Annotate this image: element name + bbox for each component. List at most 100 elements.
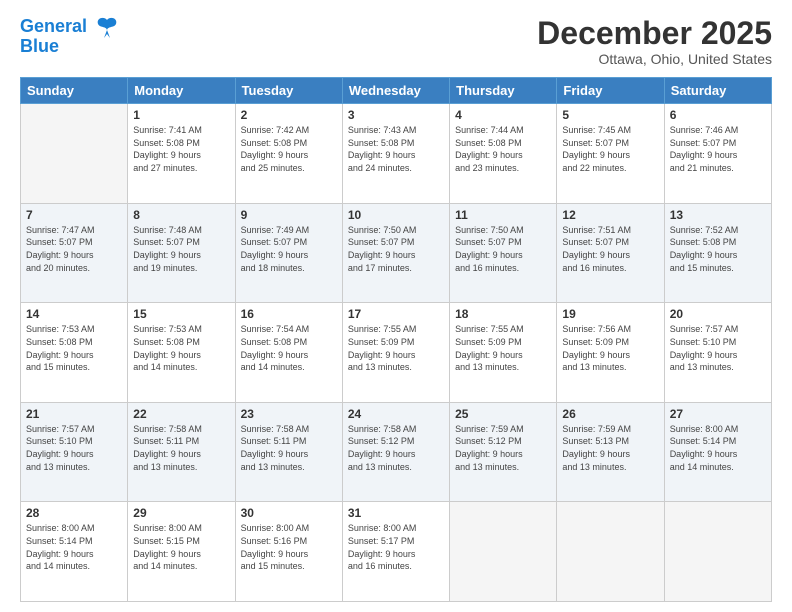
table-row: 9Sunrise: 7:49 AM Sunset: 5:07 PM Daylig… [235,203,342,303]
col-friday: Friday [557,78,664,104]
cell-sun-info: Sunrise: 7:55 AM Sunset: 5:09 PM Dayligh… [348,323,444,373]
header: General Blue December 2025 Ottawa, Ohio,… [20,16,772,67]
table-row: 5 Sunrise: 7:45 AM Sunset: 5:07 PM Daylig… [557,104,664,204]
table-row: 16 Sunrise: 7:54 AM Sunset: 5:08 PM Dayli… [235,303,342,403]
cell-date-number: 30 [241,506,337,520]
table-row [450,502,557,602]
logo: General Blue [20,16,120,57]
cell-sun-info: Sunrise: 7:56 AM Sunset: 5:09 PM Dayligh… [562,323,658,373]
cell-sun-info: Sunrise: 7:44 AM Sunset: 5:08 PM Dayligh… [455,124,551,174]
cell-sun-info: Sunrise: 7:50 AM Sunset: 5:07 PM Dayligh… [348,224,444,274]
table-row: 8Sunrise: 7:48 AM Sunset: 5:07 PM Daylig… [128,203,235,303]
table-row: 17 Sunrise: 7:55 AM Sunset: 5:09 PM Dayli… [342,303,449,403]
cell-date-number: 15 [133,307,229,321]
cell-date-number: 17 [348,307,444,321]
cell-date-number: 7 [26,208,122,222]
cell-sun-info: Sunrise: 7:58 AM Sunset: 5:12 PM Dayligh… [348,423,444,473]
col-saturday: Saturday [664,78,771,104]
table-row: 27 Sunrise: 8:00 AM Sunset: 5:14 PM Dayli… [664,402,771,502]
cell-date-number: 3 [348,108,444,122]
cell-date-number: 1 [133,108,229,122]
table-row [664,502,771,602]
col-monday: Monday [128,78,235,104]
cell-sun-info: Sunrise: 7:46 AM Sunset: 5:07 PM Dayligh… [670,124,766,174]
calendar-week-row: 28 Sunrise: 8:00 AM Sunset: 5:14 PM Dayli… [21,502,772,602]
cell-sun-info: Sunrise: 7:59 AM Sunset: 5:12 PM Dayligh… [455,423,551,473]
cell-date-number: 23 [241,407,337,421]
cell-sun-info: Sunrise: 7:58 AM Sunset: 5:11 PM Dayligh… [241,423,337,473]
table-row: 1 Sunrise: 7:41 AM Sunset: 5:08 PM Daylig… [128,104,235,204]
cell-date-number: 24 [348,407,444,421]
title-block: December 2025 Ottawa, Ohio, United State… [537,16,772,67]
cell-sun-info: Sunrise: 7:51 AM Sunset: 5:07 PM Dayligh… [562,224,658,274]
cell-date-number: 29 [133,506,229,520]
cell-sun-info: Sunrise: 7:41 AM Sunset: 5:08 PM Dayligh… [133,124,229,174]
cell-date-number: 6 [670,108,766,122]
calendar-subtitle: Ottawa, Ohio, United States [537,51,772,67]
calendar-week-row: 14 Sunrise: 7:53 AM Sunset: 5:08 PM Dayli… [21,303,772,403]
cell-date-number: 11 [455,208,551,222]
cell-sun-info: Sunrise: 8:00 AM Sunset: 5:17 PM Dayligh… [348,522,444,572]
table-row: 6 Sunrise: 7:46 AM Sunset: 5:07 PM Daylig… [664,104,771,204]
table-row: 25 Sunrise: 7:59 AM Sunset: 5:12 PM Dayli… [450,402,557,502]
table-row: 10 Sunrise: 7:50 AM Sunset: 5:07 PM Dayli… [342,203,449,303]
table-row: 2Sunrise: 7:42 AM Sunset: 5:08 PM Daylig… [235,104,342,204]
cell-date-number: 19 [562,307,658,321]
cell-date-number: 25 [455,407,551,421]
table-row: 19 Sunrise: 7:56 AM Sunset: 5:09 PM Dayli… [557,303,664,403]
col-thursday: Thursday [450,78,557,104]
cell-sun-info: Sunrise: 7:50 AM Sunset: 5:07 PM Dayligh… [455,224,551,274]
cell-date-number: 10 [348,208,444,222]
cell-date-number: 16 [241,307,337,321]
table-row: 11 Sunrise: 7:50 AM Sunset: 5:07 PM Dayli… [450,203,557,303]
table-row: 12 Sunrise: 7:51 AM Sunset: 5:07 PM Dayli… [557,203,664,303]
cell-date-number: 21 [26,407,122,421]
cell-date-number: 13 [670,208,766,222]
cell-date-number: 5 [562,108,658,122]
cell-date-number: 26 [562,407,658,421]
calendar-week-row: 7 Sunrise: 7:47 AM Sunset: 5:07 PM Daylig… [21,203,772,303]
cell-sun-info: Sunrise: 7:54 AM Sunset: 5:08 PM Dayligh… [241,323,337,373]
cell-sun-info: Sunrise: 7:45 AM Sunset: 5:07 PM Dayligh… [562,124,658,174]
cell-date-number: 4 [455,108,551,122]
cell-date-number: 31 [348,506,444,520]
calendar-table: Sunday Monday Tuesday Wednesday Thursday… [20,77,772,602]
cell-date-number: 12 [562,208,658,222]
col-wednesday: Wednesday [342,78,449,104]
cell-sun-info: Sunrise: 8:00 AM Sunset: 5:14 PM Dayligh… [26,522,122,572]
cell-date-number: 22 [133,407,229,421]
table-row [557,502,664,602]
cell-date-number: 2 [241,108,337,122]
cell-date-number: 28 [26,506,122,520]
table-row: 20 Sunrise: 7:57 AM Sunset: 5:10 PM Dayli… [664,303,771,403]
table-row: 14 Sunrise: 7:53 AM Sunset: 5:08 PM Dayli… [21,303,128,403]
table-row: 30Sunrise: 8:00 AM Sunset: 5:16 PM Dayli… [235,502,342,602]
cell-sun-info: Sunrise: 7:53 AM Sunset: 5:08 PM Dayligh… [26,323,122,373]
table-row: 3 Sunrise: 7:43 AM Sunset: 5:08 PM Daylig… [342,104,449,204]
table-row: 7 Sunrise: 7:47 AM Sunset: 5:07 PM Daylig… [21,203,128,303]
cell-date-number: 14 [26,307,122,321]
calendar-week-row: 1 Sunrise: 7:41 AM Sunset: 5:08 PM Daylig… [21,104,772,204]
cell-date-number: 18 [455,307,551,321]
logo-text: General [20,16,120,38]
cell-date-number: 20 [670,307,766,321]
table-row: 24 Sunrise: 7:58 AM Sunset: 5:12 PM Dayli… [342,402,449,502]
cell-sun-info: Sunrise: 8:00 AM Sunset: 5:15 PM Dayligh… [133,522,229,572]
cell-sun-info: Sunrise: 7:47 AM Sunset: 5:07 PM Dayligh… [26,224,122,274]
table-row: 22 Sunrise: 7:58 AM Sunset: 5:11 PM Dayli… [128,402,235,502]
calendar-header-row: Sunday Monday Tuesday Wednesday Thursday… [21,78,772,104]
cell-date-number: 27 [670,407,766,421]
cell-sun-info: Sunrise: 8:00 AM Sunset: 5:14 PM Dayligh… [670,423,766,473]
table-row: 31 Sunrise: 8:00 AM Sunset: 5:17 PM Dayli… [342,502,449,602]
cell-sun-info: Sunrise: 7:43 AM Sunset: 5:08 PM Dayligh… [348,124,444,174]
table-row: 23 Sunrise: 7:58 AM Sunset: 5:11 PM Dayli… [235,402,342,502]
logo-blue: Blue [20,36,120,57]
col-sunday: Sunday [21,78,128,104]
cell-sun-info: Sunrise: 7:58 AM Sunset: 5:11 PM Dayligh… [133,423,229,473]
cell-sun-info: Sunrise: 7:57 AM Sunset: 5:10 PM Dayligh… [26,423,122,473]
page: General Blue December 2025 Ottawa, Ohio,… [0,0,792,612]
table-row: 29 Sunrise: 8:00 AM Sunset: 5:15 PM Dayli… [128,502,235,602]
cell-sun-info: Sunrise: 7:57 AM Sunset: 5:10 PM Dayligh… [670,323,766,373]
cell-sun-info: Sunrise: 7:59 AM Sunset: 5:13 PM Dayligh… [562,423,658,473]
calendar-title: December 2025 [537,16,772,51]
